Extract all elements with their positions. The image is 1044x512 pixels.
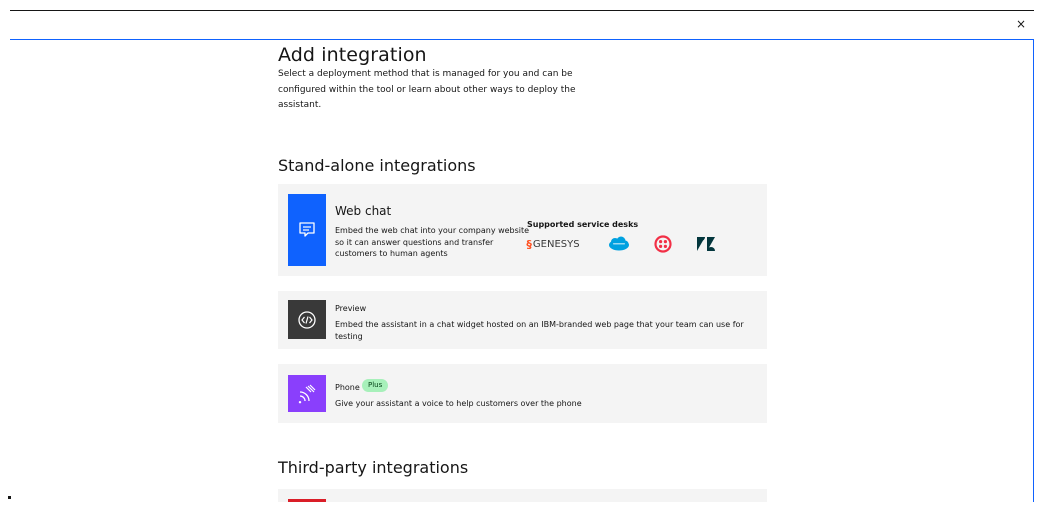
preview-tile[interactable]: Preview Embed the assistant in a chat wi…: [278, 291, 767, 349]
plus-tag: Plus: [362, 379, 389, 392]
web-chat-tile[interactable]: Web chat Embed the web chat into your co…: [278, 184, 767, 276]
third-party-tile[interactable]: [278, 489, 767, 502]
twilio-logo: [652, 234, 674, 254]
section-title-standalone: Stand-alone integrations: [278, 156, 476, 175]
salesforce-logo: [607, 234, 631, 254]
chat-icon: [288, 194, 326, 266]
page-title: Add integration: [278, 44, 427, 66]
integration-icon: [288, 499, 326, 502]
genesys-logo: § GENESYS: [526, 237, 580, 251]
service-desks-heading: Supported service desks: [527, 220, 639, 229]
code-icon: [288, 300, 326, 339]
close-icon[interactable]: ×: [1014, 17, 1028, 31]
page-description: Select a deployment method that is manag…: [278, 69, 576, 110]
integration-panel: Add integration Select a deployment meth…: [10, 39, 1034, 502]
web-chat-description: Embed the web chat into your company web…: [335, 226, 530, 258]
preview-description: Embed the assistant in a chat widget hos…: [335, 320, 744, 341]
preview-title: Preview: [335, 304, 367, 313]
phone-tile[interactable]: Phone Plus Give your assistant a voice t…: [278, 364, 767, 423]
section-title-third-party: Third-party integrations: [278, 458, 469, 477]
top-divider: [10, 10, 1034, 11]
phone-title: Phone: [335, 383, 360, 392]
phone-description: Give your assistant a voice to help cust…: [335, 399, 582, 408]
genesys-logo-text: GENESYS: [532, 238, 580, 250]
web-chat-title: Web chat: [335, 204, 392, 218]
zendesk-logo: [694, 234, 718, 254]
phone-waves-icon: [288, 375, 326, 412]
